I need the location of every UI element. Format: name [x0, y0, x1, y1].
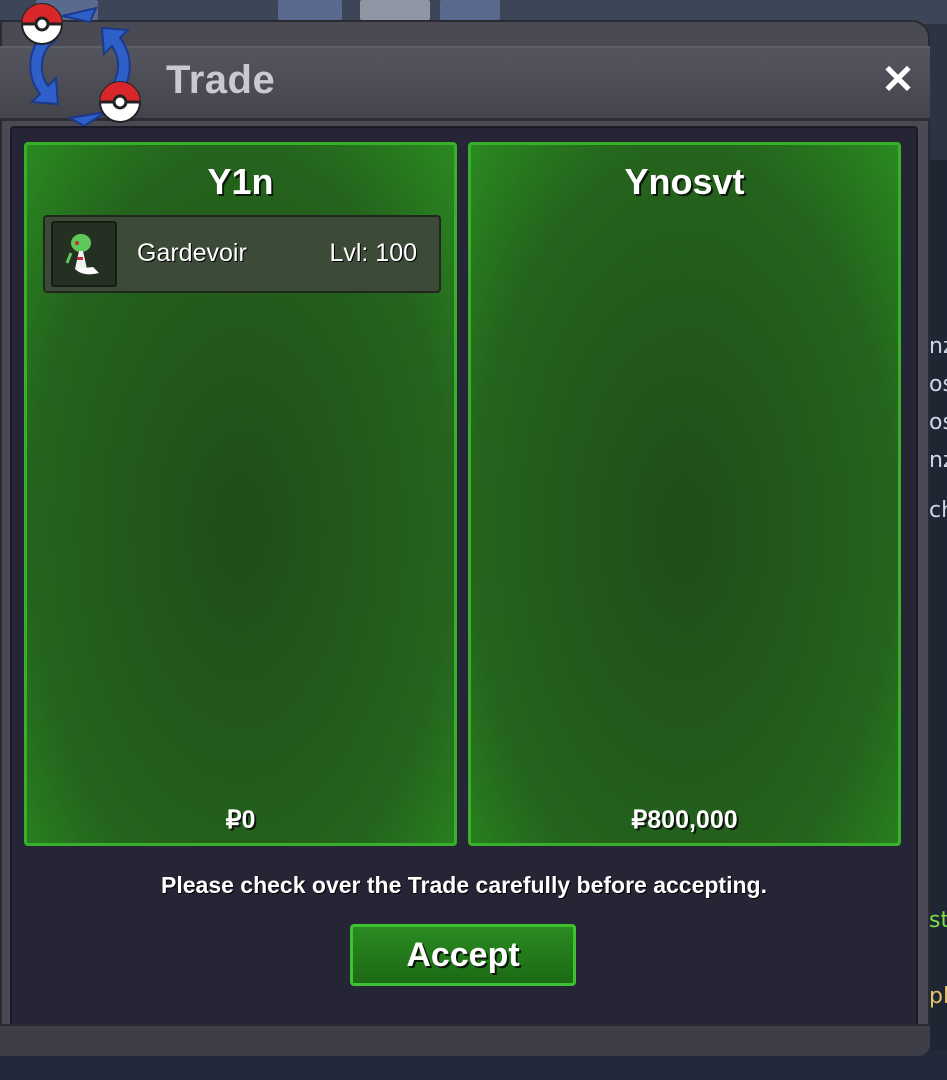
trade-panel-right: Ynosvt ₽800,000 [468, 142, 901, 846]
background-chat-text: ch [929, 498, 947, 523]
trade-panel-left: Y1n Gardevoir Lvl: 100 ₽0 [24, 142, 457, 846]
trade-arrows-pokeball-icon [21, 3, 141, 128]
accept-button[interactable]: Accept [350, 924, 576, 986]
background-block [360, 0, 430, 20]
gardevoir-icon [65, 234, 99, 275]
pokemon-name: Gardevoir [137, 239, 247, 267]
trade-item-row[interactable]: Gardevoir Lvl: 100 [43, 215, 441, 293]
pokemon-icon-box [51, 221, 117, 287]
trade-notice: Please check over the Trade carefully be… [161, 872, 767, 898]
background-chat-text: pla [929, 984, 947, 1009]
pokemon-level: Lvl: 100 [329, 239, 417, 267]
background-block [278, 0, 342, 20]
background-chat-text: nz [929, 334, 947, 359]
trade-window: Trade ✕ Y1n Gardevoir Lvl: 100 ₽0 Ynosvt… [0, 3, 930, 1056]
close-button[interactable]: ✕ [878, 60, 918, 100]
background-chat-text: st [929, 908, 947, 933]
background-chat-text: os [929, 372, 947, 397]
money-offer-right: ₽800,000 [631, 806, 738, 834]
background-chat-text: os [929, 410, 947, 435]
window-title: Trade [166, 58, 276, 102]
player-name-right: Ynosvt [624, 161, 745, 202]
money-offer-left: ₽0 [225, 806, 256, 834]
background-block [440, 0, 500, 20]
background-chat-text: nz [929, 448, 947, 473]
window-bottom-bar [0, 1024, 930, 1056]
player-name-left: Y1n [207, 161, 274, 202]
trade-content: Y1n Gardevoir Lvl: 100 ₽0 Ynosvt ₽800,00… [10, 126, 918, 1036]
